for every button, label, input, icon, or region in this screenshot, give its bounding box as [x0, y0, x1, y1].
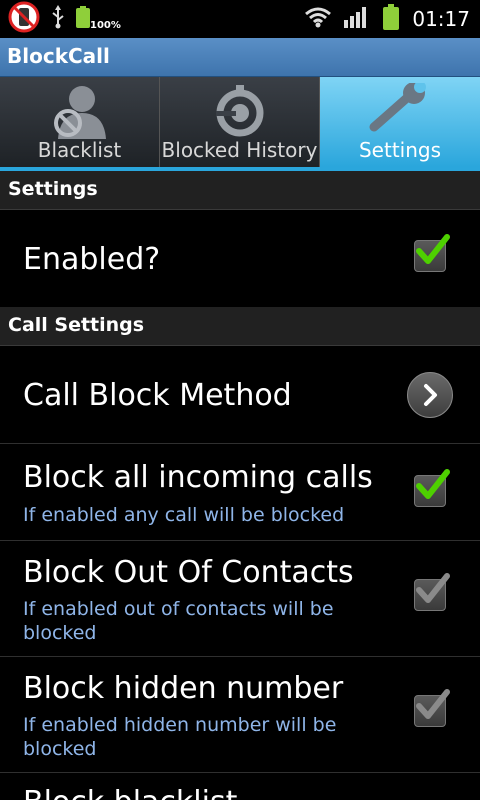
tab-settings[interactable]: Settings	[320, 77, 480, 167]
battery-icon	[382, 4, 400, 34]
pref-block-blacklist[interactable]: Block blacklist	[0, 773, 480, 800]
block-out-of-contacts-checkbox[interactable]	[414, 573, 450, 611]
status-bar: 100% 01:17	[0, 0, 480, 38]
checkmark-icon	[416, 573, 450, 603]
pref-enabled-title: Enabled?	[23, 242, 161, 277]
signal-icon	[344, 6, 370, 32]
battery-percent: 100%	[90, 20, 121, 31]
checkmark-icon	[416, 234, 450, 264]
tab-settings-label: Settings	[358, 138, 442, 162]
pref-block-out-of-contacts-subtitle: If enabled out of contacts will be block…	[23, 598, 334, 644]
pref-block-hidden-subtitle: If enabled hidden number will be blocked	[23, 714, 337, 760]
tab-blocked-history-label: Blocked History	[161, 138, 318, 162]
app-title-bar: BlockCall	[0, 38, 480, 77]
pref-block-hidden[interactable]: Block hidden number If enabled hidden nu…	[0, 657, 480, 773]
history-icon	[212, 83, 268, 143]
user-blocked-icon	[50, 83, 110, 143]
pref-block-all-title: Block all incoming calls	[23, 460, 373, 495]
tab-blocked-history[interactable]: Blocked History	[160, 77, 320, 167]
chevron-right-button[interactable]	[407, 372, 453, 418]
pref-call-block-method-title: Call Block Method	[23, 378, 292, 413]
clock: 01:17	[412, 7, 470, 31]
block-hidden-checkbox[interactable]	[414, 689, 450, 727]
pref-block-blacklist-title: Block blacklist	[23, 785, 237, 800]
pref-block-hidden-title: Block hidden number	[23, 671, 344, 706]
pref-block-all-subtitle: If enabled any call will be blocked	[23, 504, 345, 526]
battery-small-icon	[76, 6, 90, 32]
tab-blacklist-label: Blacklist	[37, 138, 122, 162]
status-right: 01:17	[304, 0, 470, 38]
status-left	[8, 1, 90, 37]
wrench-icon	[368, 81, 432, 137]
tab-blacklist[interactable]: Blacklist	[0, 77, 160, 167]
section-title-call-settings: Call Settings	[8, 314, 145, 336]
pref-block-out-of-contacts[interactable]: Block Out Of Contacts If enabled out of …	[0, 541, 480, 657]
section-title-settings: Settings	[8, 178, 98, 200]
tab-bar: Blacklist Blocked History Settings	[0, 77, 480, 171]
pref-block-out-of-contacts-title: Block Out Of Contacts	[23, 555, 354, 590]
call-blocked-icon	[8, 1, 40, 37]
pref-enabled[interactable]: Enabled?	[0, 210, 480, 308]
app-title: BlockCall	[7, 44, 110, 68]
checkmark-icon	[416, 689, 450, 719]
section-header-call-settings: Call Settings	[0, 307, 480, 346]
usb-icon	[50, 5, 66, 33]
pref-call-block-method[interactable]: Call Block Method	[0, 346, 480, 444]
section-header-settings: Settings	[0, 171, 480, 210]
block-all-checkbox[interactable]	[414, 469, 450, 507]
pref-block-all[interactable]: Block all incoming calls If enabled any …	[0, 444, 480, 541]
chevron-right-icon	[424, 384, 437, 406]
enabled-checkbox[interactable]	[414, 234, 450, 272]
wifi-icon	[304, 6, 332, 32]
checkmark-icon	[416, 469, 450, 499]
